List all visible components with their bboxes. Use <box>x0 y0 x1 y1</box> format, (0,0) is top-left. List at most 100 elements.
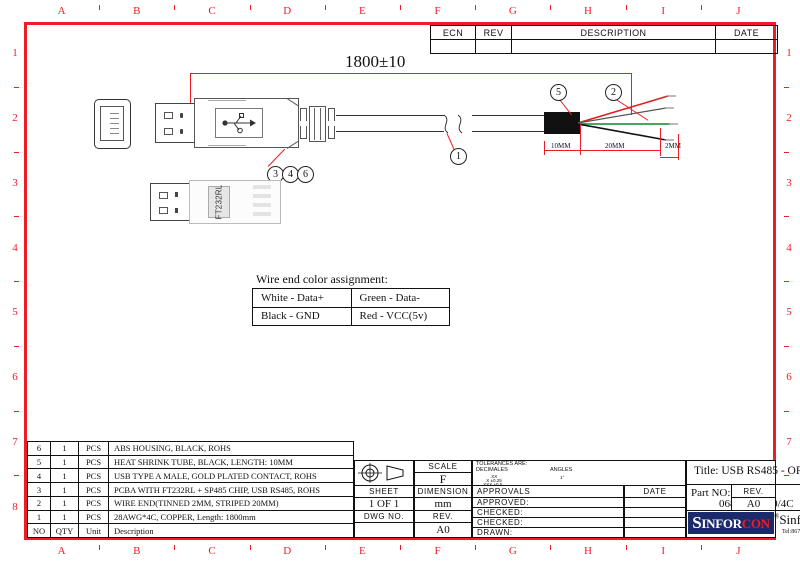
pcb-gold-finger <box>253 203 271 207</box>
dim-ext-strip-right <box>660 128 661 156</box>
usb-plug2-detent <box>175 192 178 197</box>
usb-plug-pad <box>164 112 173 119</box>
dim-ext-shrink-left <box>544 141 545 155</box>
zone-tick <box>14 151 19 153</box>
wire-color-row: White - Data+ Green - Data- <box>253 289 449 307</box>
usb-plug2-pad <box>159 192 168 199</box>
boot-rib <box>328 126 335 139</box>
table-row: 1 1 PCS 28AWG*4C, COPPER, Length: 1800mm <box>28 510 353 525</box>
usb-receptacle-contact <box>110 118 119 119</box>
company-contact: Tel:8675585236100 www.sinforcon.com <box>782 529 800 535</box>
revision-cell-description <box>511 40 715 53</box>
zone-tick <box>784 410 789 412</box>
wire-color-table: White - Data+ Green - Data- Black - GND … <box>252 288 450 326</box>
balloon-6: 6 <box>297 166 314 183</box>
scale-value: F <box>414 472 472 486</box>
zone-tick <box>324 5 326 10</box>
revision-col-rev: REV <box>475 26 511 39</box>
bom-qty: 1 <box>50 469 78 483</box>
cable-edge-bottom <box>336 131 444 132</box>
revision-header-table: ECN REV DESCRIPTION DATE <box>430 25 778 54</box>
bom-description: HEAT SHRINK TUBE, BLACK, LENGTH: 10MM <box>108 455 353 469</box>
dim-heatshrink-label: 10MM <box>551 142 571 150</box>
zone-label-2: 2 <box>786 112 792 125</box>
dwg-no-value <box>354 522 414 538</box>
zone-tick <box>475 545 477 550</box>
usb-receptacle-outline <box>94 99 131 149</box>
balloon-2: 2 <box>605 84 622 101</box>
usb-receptacle-contact <box>110 113 119 114</box>
usb-plug2-detent <box>175 208 178 213</box>
usb-plug-detent <box>180 129 183 134</box>
zone-label-b: B <box>133 5 141 17</box>
usb-plug2-metal-shell <box>150 183 190 221</box>
approval-row-drawn: DRAWN: <box>472 527 624 538</box>
sinforcon-logo-text: SINFORCON <box>692 513 770 533</box>
zone-tick <box>784 216 789 218</box>
boot-detail-line <box>314 108 315 140</box>
zone-label-1: 1 <box>786 47 792 60</box>
bom-qty: 1 <box>50 455 78 469</box>
revision-cell-rev <box>475 40 511 53</box>
bom-unit: PCS <box>78 442 108 455</box>
dim-line-strip <box>580 150 660 151</box>
tolerances-angle-value: 1° <box>560 475 565 480</box>
boot-detail-line <box>320 108 321 140</box>
bom-no: 3 <box>36 484 42 495</box>
zone-label-1: 1 <box>12 47 18 60</box>
bom-header-unit: Unit <box>78 524 108 538</box>
zone-tick <box>249 545 251 550</box>
zone-tick <box>14 86 19 88</box>
usb-receptacle-contact <box>110 128 119 129</box>
zone-label-j: J <box>736 545 741 557</box>
dimension-value: mm <box>414 497 472 511</box>
zone-tick <box>14 216 19 218</box>
tolerances-angles-label: ANGLES <box>550 467 573 473</box>
zone-tick <box>550 545 552 550</box>
part-rev-value: A0 <box>731 497 776 511</box>
zone-label-2: 2 <box>12 112 18 125</box>
wire-black <box>578 123 667 141</box>
table-row: 5 1 PCS HEAT SHRINK TUBE, BLACK, LENGTH:… <box>28 455 353 470</box>
usb-plug-detent <box>180 113 183 118</box>
zone-tick <box>550 5 552 10</box>
dim-strip-label: 20MM <box>605 142 625 150</box>
zone-label-6: 6 <box>786 371 792 384</box>
zone-label-j: J <box>736 5 741 17</box>
revision-cell-date <box>715 40 777 53</box>
wire-color-black: Black - GND <box>261 310 320 323</box>
zone-label-7: 7 <box>786 435 792 448</box>
zone-label-b: B <box>133 545 141 557</box>
wire-color-table-title: Wire end color assignment: <box>256 272 388 286</box>
zone-tick <box>99 545 101 550</box>
usb-logo-plate <box>215 108 263 138</box>
zone-tick <box>99 5 101 10</box>
zone-label-8: 8 <box>12 500 18 513</box>
zone-label-d: D <box>283 545 292 557</box>
usb-plug2-pad <box>159 207 168 214</box>
bom-description: WIRE END(TINNED 2MM, STRIPED 20MM) <box>108 496 353 510</box>
zone-label-3: 3 <box>786 176 792 189</box>
sinforcon-logo: SINFORCON <box>688 512 774 534</box>
ft232rl-chip-label: FT232RL <box>214 184 224 220</box>
zone-label-e: E <box>359 5 366 17</box>
zone-label-6: 6 <box>12 371 18 384</box>
bom-unit: PCS <box>78 496 108 510</box>
cable-break-symbol <box>443 114 463 134</box>
bom-no: 4 <box>36 470 42 481</box>
company-name-text: Sinforcon Electronics <box>779 512 800 527</box>
approval-date-drawn <box>624 527 686 538</box>
zone-tick <box>625 5 627 10</box>
zone-tick <box>14 410 19 412</box>
pcb-gold-finger <box>253 194 271 198</box>
bom-no: 2 <box>36 498 42 509</box>
revision-col-ecn: ECN <box>442 27 464 38</box>
zone-label-5: 5 <box>12 306 18 319</box>
zone-label-i: I <box>661 545 666 557</box>
zone-label-f: F <box>434 545 441 557</box>
title-block: SCALE F SHEET 1 OF 1 DIMENSION mm DWG NO… <box>354 460 800 538</box>
dim-line-tin <box>660 157 678 158</box>
bom-qty: 1 <box>50 483 78 496</box>
zone-tick <box>174 545 176 550</box>
logo-con: CON <box>741 516 770 531</box>
